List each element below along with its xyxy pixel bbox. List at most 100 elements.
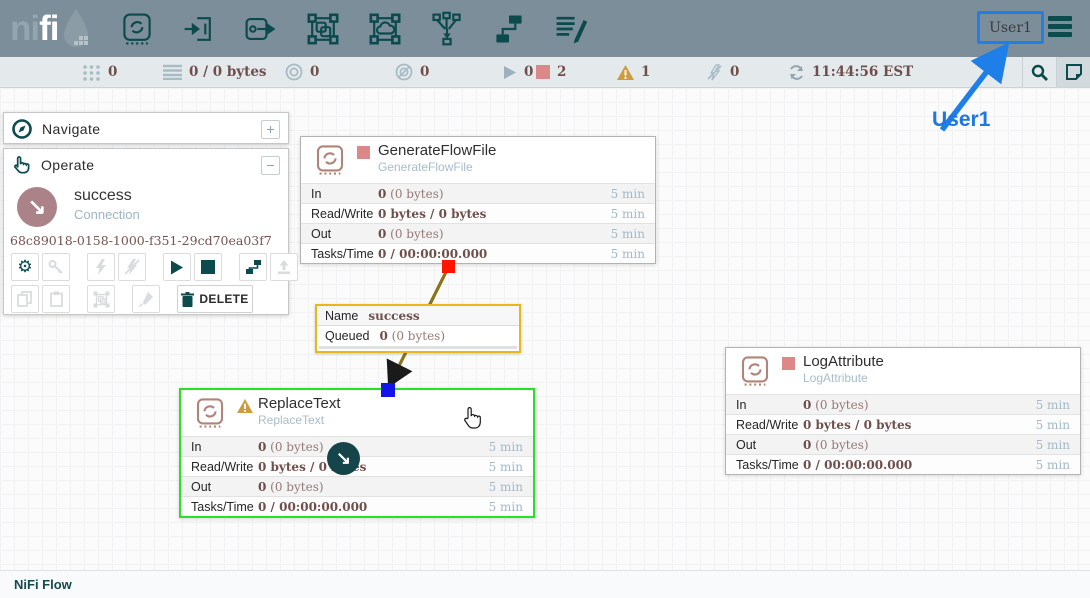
processor-name: ReplaceText — [258, 395, 341, 412]
active-threads-status: 0 — [82, 57, 117, 87]
processor-icon[interactable] — [119, 10, 156, 47]
copy-button[interactable] — [11, 285, 39, 313]
selection-name: success — [74, 187, 132, 205]
running-icon — [503, 65, 517, 80]
navigate-palette: Navigate + — [3, 112, 289, 144]
lightning-icon — [95, 259, 107, 275]
processor-logattribute[interactable]: LogAttribute LogAttribute In0 (0 bytes)5… — [725, 347, 1081, 475]
invalid-status-icon — [237, 399, 253, 413]
stop-icon — [201, 260, 215, 274]
navigate-expand-button[interactable]: + — [261, 120, 280, 139]
paste-icon — [49, 291, 64, 307]
operate-title: Operate — [41, 157, 261, 173]
processor-stats: In0 (0 bytes)5 min Read/Write0 bytes / 0… — [301, 183, 655, 263]
fill-color-button[interactable] — [132, 285, 160, 313]
template-icon[interactable] — [491, 10, 528, 47]
stat-row-tasks: Tasks/Time0 / 00:00:00.0005 min — [181, 496, 533, 516]
nifi-app: nifi — [0, 0, 1090, 598]
output-port-icon[interactable] — [243, 10, 280, 47]
component-toolbar — [119, 10, 590, 47]
trash-icon — [181, 292, 194, 307]
paste-button[interactable] — [42, 285, 70, 313]
selected-connection-icon: ↘ — [17, 187, 57, 227]
processor-header: GenerateFlowFile GenerateFlowFile — [301, 137, 655, 183]
processor-replacetext[interactable]: ReplaceText ReplaceText In0 (0 bytes)5 m… — [179, 388, 535, 518]
processor-name: GenerateFlowFile — [378, 142, 496, 159]
disable-button[interactable] — [118, 253, 146, 281]
stat-row-in: In0 (0 bytes)5 min — [726, 394, 1080, 414]
create-template-button[interactable] — [239, 253, 267, 281]
stat-row-readwrite: Read/Write0 bytes / 0 bytes5 min — [726, 414, 1080, 434]
nifi-logo: nifi — [10, 0, 91, 57]
processor-stamp-icon — [739, 355, 771, 387]
stopped-status: 2 — [536, 57, 566, 87]
connection-source-handle[interactable] — [442, 260, 455, 273]
label-icon[interactable] — [553, 10, 590, 47]
configuration-button[interactable]: ⚙ — [11, 253, 39, 281]
global-menu-icon[interactable] — [1048, 16, 1072, 40]
start-button[interactable] — [163, 253, 191, 281]
status-bar: 0 0 / 0 bytes 0 0 0 2 1 0 — [0, 57, 1090, 88]
operate-palette: Operate − ↘ success Connection 68c89018-… — [3, 148, 289, 315]
input-port-icon[interactable] — [181, 10, 218, 47]
warning-icon — [617, 65, 634, 80]
group-selection-icon — [93, 291, 110, 308]
breadcrumb[interactable]: NiFi Flow — [14, 577, 72, 592]
refresh-status[interactable]: 11:44:56 EST — [788, 57, 913, 87]
connection-name-value: success — [368, 309, 419, 323]
selection-type: Connection — [74, 207, 140, 222]
running-status: 0 — [503, 57, 533, 87]
processor-generateflowfile[interactable]: GenerateFlowFile GenerateFlowFile In0 (0… — [300, 136, 656, 264]
stopped-icon — [536, 65, 550, 79]
processor-header: LogAttribute LogAttribute — [726, 348, 1080, 394]
hand-pointer-icon — [12, 155, 31, 175]
disabled-icon — [707, 64, 723, 81]
footer-breadcrumb-bar: NiFi Flow — [0, 570, 1090, 598]
app-header: nifi — [0, 0, 1090, 57]
transmitting-status: 0 — [285, 57, 319, 87]
water-drop-icon — [61, 8, 91, 50]
delete-label: DELETE — [199, 292, 248, 306]
connection-destination-handle[interactable] — [381, 383, 395, 397]
flow-canvas[interactable]: Name success Queued 0 (0 bytes) Generate… — [0, 88, 1090, 570]
copy-icon — [17, 291, 33, 307]
operate-buttons-row2: DELETE — [11, 285, 253, 313]
queued-status: 0 / 0 bytes — [163, 57, 267, 87]
paint-brush-icon — [138, 291, 154, 307]
compass-icon — [12, 119, 32, 139]
connection-drop-badge: ↘ — [327, 442, 360, 475]
delete-button[interactable]: DELETE — [177, 285, 253, 313]
upload-template-button[interactable] — [270, 253, 298, 281]
selection-id: 68c89018-0158-1000-f351-29cd70ea03f7 — [10, 233, 272, 248]
bulletin-board-button[interactable] — [1056, 57, 1090, 87]
arrow-down-right-icon: ↘ — [28, 194, 46, 220]
processor-stamp-icon — [314, 144, 346, 176]
access-policies-button[interactable] — [42, 253, 70, 281]
process-group-icon[interactable] — [305, 10, 342, 47]
group-button[interactable] — [87, 285, 115, 313]
annotation-user-label: User1 — [932, 108, 990, 132]
remote-process-group-icon[interactable] — [367, 10, 404, 47]
processor-header: ReplaceText ReplaceText — [181, 390, 533, 436]
enable-button[interactable] — [87, 253, 115, 281]
current-user-highlight-box: User1 — [977, 11, 1044, 44]
operate-collapse-button[interactable]: − — [261, 156, 280, 175]
funnel-icon[interactable] — [429, 10, 466, 47]
disabled-status: 0 — [707, 57, 739, 87]
processor-type: ReplaceText — [258, 413, 324, 427]
arrow-down-right-icon: ↘ — [336, 448, 351, 469]
stat-row-readwrite: Read/Write0 bytes / 0 bytes5 min — [301, 203, 655, 223]
processor-type: LogAttribute — [803, 371, 868, 385]
queue-fill-meter — [319, 346, 517, 349]
stop-button[interactable] — [194, 253, 222, 281]
bulletin-icon — [1066, 64, 1082, 80]
navigate-title: Navigate — [42, 121, 261, 137]
connection-label[interactable]: Name success Queued 0 (0 bytes) — [315, 304, 521, 353]
connection-name-row: Name success — [317, 306, 519, 326]
search-button[interactable] — [1022, 57, 1056, 87]
stat-row-tasks: Tasks/Time0 / 00:00:00.0005 min — [301, 243, 655, 263]
processor-stamp-icon — [194, 397, 226, 429]
threads-grid-icon — [82, 63, 101, 82]
search-icon — [1031, 64, 1048, 81]
stopped-status-icon — [782, 357, 795, 370]
